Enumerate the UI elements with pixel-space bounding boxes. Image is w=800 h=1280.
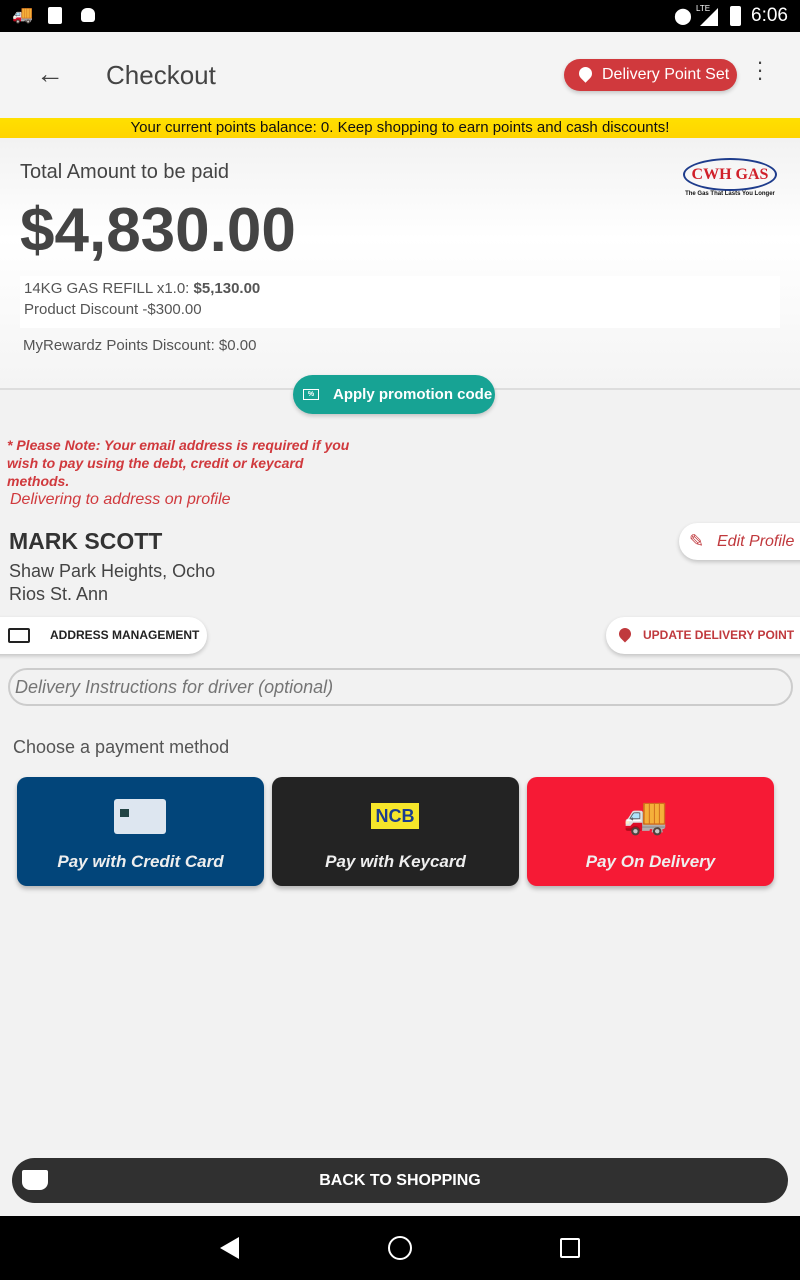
delivering-label: Delivering to address on profile — [10, 491, 231, 508]
ncb-logo-icon: NCB — [371, 803, 419, 829]
item-line: 14KG GAS REFILL x1.0: — [24, 280, 190, 297]
delivery-point-label: Delivery Point Set — [602, 66, 730, 83]
pencil-icon: ✎ — [689, 531, 705, 551]
update-delivery-point-button[interactable]: UPDATE DELIVERY POINT — [606, 617, 800, 654]
points-banner: Your current points balance: 0. Keep sho… — [0, 118, 800, 138]
cwh-gas-logo: CWH GAS The Gas That Lasts You Longer — [682, 158, 778, 204]
coupon-icon: % — [303, 389, 319, 400]
pay-on-delivery-button[interactable]: 🚚 Pay On Delivery — [527, 777, 774, 886]
more-options-icon[interactable]: · · · — [752, 51, 768, 89]
promo-label: Apply promotion code — [333, 386, 493, 403]
contact-card-icon — [8, 628, 30, 643]
android-icon — [81, 8, 95, 22]
back-to-shopping-label: BACK TO SHOPPING — [319, 1172, 481, 1189]
email-note: * Please Note: Your email address is req… — [7, 437, 350, 489]
address-management-label: ADDRESS MANAGEMENT — [50, 628, 200, 642]
delivery-point-set-button[interactable]: Delivery Point Set — [564, 59, 737, 91]
logo-tagline: The Gas That Lasts You Longer — [685, 191, 775, 197]
pay-credit-card-button[interactable]: Pay with Credit Card — [17, 777, 264, 886]
location-icon: ⬤ — [674, 8, 692, 25]
recents-nav-icon[interactable] — [560, 1238, 580, 1258]
pay-keycard-button[interactable]: NCB Pay with Keycard — [272, 777, 519, 886]
app-bar: ← Checkout Delivery Point Set · · · — [0, 32, 800, 118]
signal-icon — [700, 8, 718, 26]
line-items: 14KG GAS REFILL x1.0: $5,130.00 Product … — [20, 276, 780, 328]
back-nav-icon[interactable] — [220, 1237, 239, 1259]
navigation-bar — [0, 1216, 800, 1280]
pay-credit-card-label: Pay with Credit Card — [57, 852, 224, 871]
credit-card-icon — [114, 799, 166, 834]
home-nav-icon[interactable] — [388, 1236, 412, 1260]
delivery-truck-icon: 🚚 — [623, 795, 668, 836]
clock: 6:06 — [751, 5, 788, 26]
pay-on-delivery-label: Pay On Delivery — [585, 852, 716, 871]
battery-icon — [730, 6, 741, 26]
customer-name: MARK SCOTT — [9, 528, 163, 554]
address-management-button[interactable]: ADDRESS MANAGEMENT — [0, 617, 207, 654]
back-arrow-icon[interactable]: ← — [36, 58, 64, 90]
total-label: Total Amount to be paid — [20, 161, 230, 183]
back-to-shopping-button[interactable]: BACK TO SHOPPING — [12, 1158, 788, 1203]
points-discount: MyRewardz Points Discount: $0.00 — [23, 337, 257, 354]
order-summary: Total Amount to be paid $4,830.00 14KG G… — [0, 138, 800, 390]
product-discount: Product Discount -$300.00 — [24, 301, 202, 318]
location-pin-icon — [576, 64, 595, 83]
page-title: Checkout — [106, 60, 216, 90]
payment-heading: Choose a payment method — [13, 737, 230, 757]
location-pin-icon — [616, 625, 634, 643]
item-price: $5,130.00 — [193, 280, 261, 297]
edit-profile-button[interactable]: ✎ Edit Profile — [679, 523, 800, 560]
update-delivery-point-label: UPDATE DELIVERY POINT — [643, 628, 795, 642]
delivery-truck-icon: 🚚 — [12, 5, 34, 24]
apply-promo-button[interactable]: % Apply promotion code — [293, 375, 495, 414]
status-bar: 🚚 ⬤ LTE 6:06 — [0, 0, 800, 32]
basket-icon — [22, 1170, 48, 1190]
sd-card-icon — [48, 7, 62, 24]
customer-address: Shaw Park Heights, Ocho Rios St. Ann — [9, 561, 216, 604]
delivery-instructions-input[interactable] — [8, 668, 793, 706]
total-amount: $4,830.00 — [20, 196, 296, 265]
logo-text: CWH GAS — [683, 158, 777, 191]
pay-keycard-label: Pay with Keycard — [325, 852, 466, 871]
edit-profile-label: Edit Profile — [717, 533, 795, 550]
